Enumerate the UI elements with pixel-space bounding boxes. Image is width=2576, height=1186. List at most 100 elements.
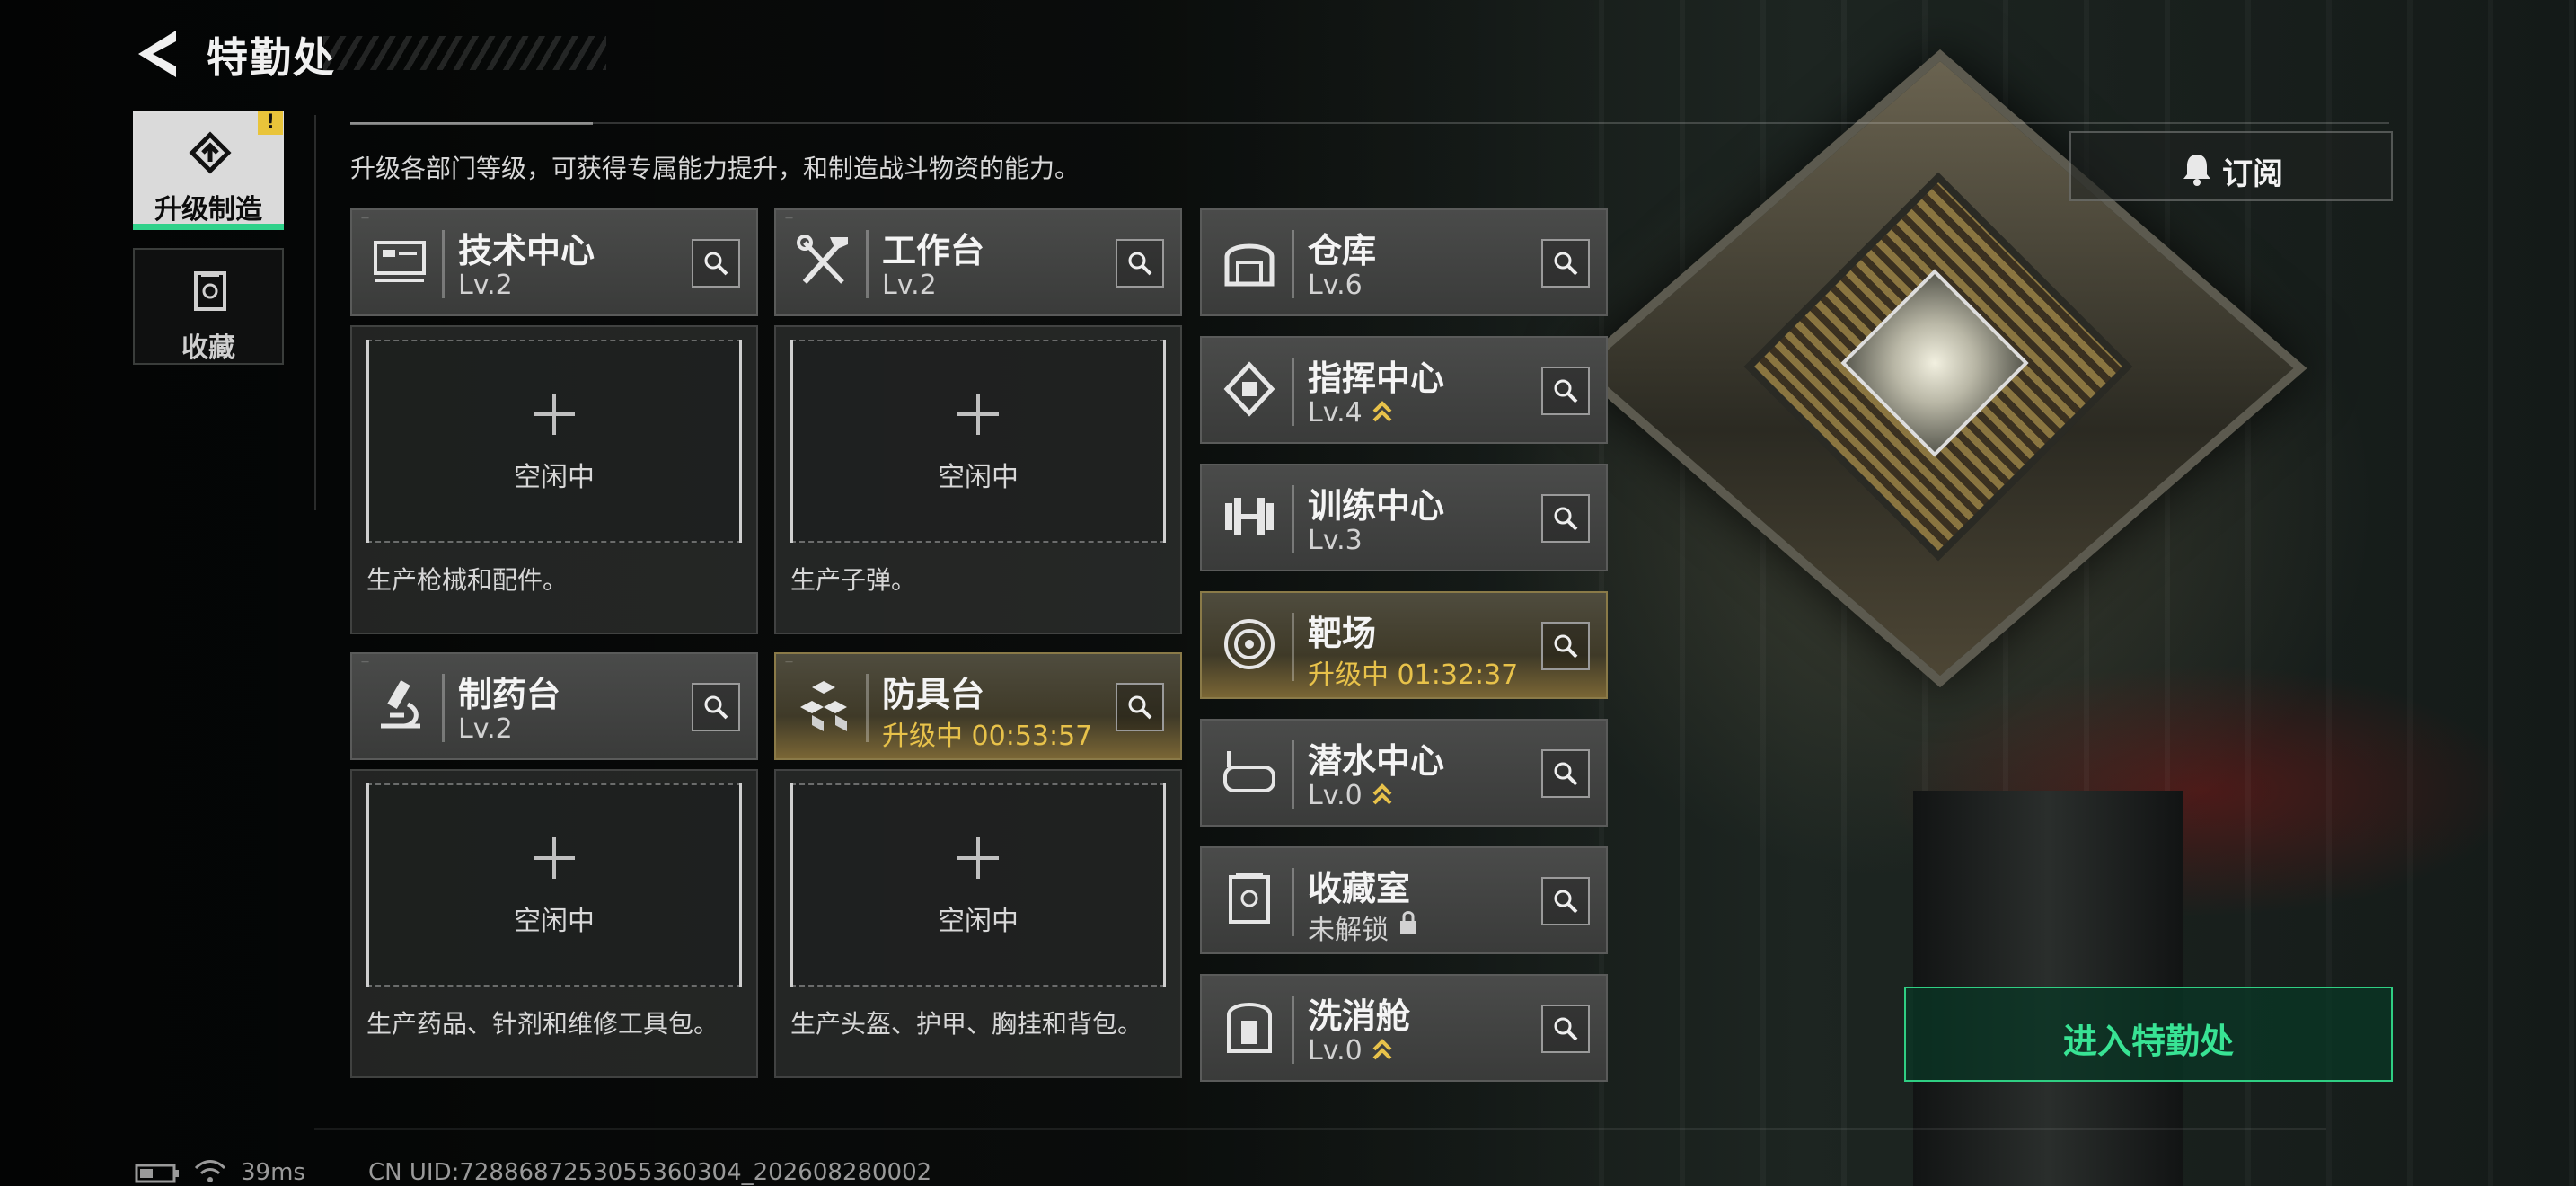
facility-warehouse[interactable]: 仓库 Lv.6 bbox=[1200, 208, 1608, 316]
facility-command-center[interactable]: 指挥中心 Lv.4 bbox=[1200, 336, 1608, 444]
collection-icon bbox=[194, 271, 226, 311]
search-button[interactable] bbox=[1541, 877, 1590, 925]
facility-collection-room[interactable]: 收藏室 未解锁 bbox=[1200, 846, 1608, 954]
search-icon bbox=[1128, 695, 1152, 720]
search-button[interactable] bbox=[1541, 239, 1590, 288]
search-button[interactable] bbox=[692, 239, 740, 288]
card-header[interactable]: — 工作台 Lv.2 bbox=[774, 208, 1182, 316]
card-header[interactable]: — 技术中心 Lv.2 bbox=[350, 208, 758, 316]
nav-item-collection[interactable]: 收藏 bbox=[133, 248, 284, 365]
search-button[interactable] bbox=[1541, 749, 1590, 798]
search-icon bbox=[1554, 1017, 1578, 1041]
search-button[interactable] bbox=[1541, 622, 1590, 670]
facility-level: Lv.6 bbox=[1308, 270, 1363, 301]
search-button[interactable] bbox=[1116, 239, 1164, 288]
armor-cubes-icon bbox=[800, 681, 847, 731]
decontamination-icon bbox=[1227, 1003, 1272, 1053]
search-icon bbox=[1554, 252, 1578, 276]
plus-icon bbox=[957, 394, 999, 435]
card-body: 空闲中 生产枪械和配件。 bbox=[350, 325, 758, 634]
slot-status: 空闲中 bbox=[938, 906, 1019, 937]
microscope-icon bbox=[381, 680, 420, 729]
nav-label-upgrade-craft: 升级制造 bbox=[154, 194, 262, 226]
display-case-icon bbox=[1229, 873, 1270, 924]
upgrade-craft-icon bbox=[189, 131, 232, 174]
page-description: 升级各部门等级，可获得专属能力提升，和制造战斗物资的能力。 bbox=[350, 154, 1081, 183]
card-name: 工作台 bbox=[882, 231, 985, 270]
target-icon bbox=[1224, 619, 1275, 669]
facility-name: 潜水中心 bbox=[1308, 741, 1445, 781]
facility-diving-center[interactable]: 潜水中心 Lv.0 bbox=[1200, 719, 1608, 827]
facility-name: 指挥中心 bbox=[1308, 358, 1445, 398]
card-body: 空闲中 生产头盔、护甲、胸挂和背包。 bbox=[774, 769, 1182, 1078]
facility-decontamination[interactable]: 洗消舱 Lv.0 bbox=[1200, 974, 1608, 1082]
top-divider-accent bbox=[350, 122, 593, 125]
tools-icon bbox=[797, 235, 848, 285]
warning-badge: ! bbox=[258, 111, 283, 135]
ping-readout: 39ms bbox=[241, 1159, 305, 1186]
search-icon bbox=[1554, 507, 1578, 531]
facility-upgrade-timer: 升级中 01:32:37 bbox=[1308, 659, 1519, 691]
nav-label-collection: 收藏 bbox=[181, 332, 235, 364]
card-header[interactable]: — 防具台 升级中 00:53:57 bbox=[774, 652, 1182, 760]
card-description: 生产药品、针剂和维修工具包。 bbox=[366, 1009, 719, 1039]
search-button[interactable] bbox=[1116, 683, 1164, 731]
top-divider bbox=[350, 122, 2389, 124]
facility-shooting-range[interactable]: 靶场 升级中 01:32:37 bbox=[1200, 591, 1608, 699]
production-slot[interactable]: 空闲中 bbox=[790, 340, 1166, 543]
nav-divider bbox=[314, 115, 316, 510]
card-name: 技术中心 bbox=[458, 231, 595, 270]
production-slot[interactable]: 空闲中 bbox=[790, 783, 1166, 987]
facility-name: 仓库 bbox=[1308, 231, 1377, 270]
search-button[interactable] bbox=[1541, 367, 1590, 415]
card-body: 空闲中 生产子弹。 bbox=[774, 325, 1182, 634]
card-name: 制药台 bbox=[458, 675, 561, 714]
subscribe-button[interactable]: 订阅 bbox=[2069, 131, 2393, 201]
battery-icon bbox=[135, 1164, 179, 1183]
search-icon bbox=[1554, 379, 1578, 403]
enter-special-ops-button[interactable]: 进入特勤处 bbox=[1904, 987, 2393, 1082]
workshop-card-armor-bench: — 防具台 升级中 00:53:57 空闲中 生产头盔、护甲、胸挂和背包。 bbox=[774, 652, 1182, 1078]
computer-icon bbox=[374, 241, 426, 282]
card-level: Lv.2 bbox=[458, 270, 513, 301]
card-level: Lv.2 bbox=[458, 713, 513, 745]
card-level: Lv.2 bbox=[882, 270, 937, 301]
bell-icon bbox=[2183, 155, 2210, 186]
lock-icon bbox=[1400, 911, 1416, 934]
card-name: 防具台 bbox=[882, 675, 985, 714]
card-header[interactable]: — 制药台 Lv.2 bbox=[350, 652, 758, 760]
back-arrow-icon[interactable] bbox=[131, 27, 181, 81]
plus-icon bbox=[534, 394, 575, 435]
facility-level: Lv.3 bbox=[1308, 525, 1363, 556]
user-uid: CN UID:7288687253055360304_202608280002 bbox=[368, 1159, 932, 1186]
search-button[interactable] bbox=[692, 683, 740, 731]
card-body: 空闲中 生产药品、针剂和维修工具包。 bbox=[350, 769, 758, 1078]
card-upgrade-timer: 升级中 00:53:57 bbox=[882, 721, 1093, 752]
search-icon bbox=[1128, 252, 1152, 276]
search-icon bbox=[1554, 634, 1578, 659]
facility-training-center[interactable]: 训练中心 Lv.3 bbox=[1200, 464, 1608, 571]
facility-level: Lv.4 bbox=[1308, 397, 1363, 429]
search-button[interactable] bbox=[1541, 1005, 1590, 1053]
upgrade-chevron-icon bbox=[1372, 783, 1392, 805]
search-button[interactable] bbox=[1541, 494, 1590, 543]
nav-active-indicator bbox=[133, 224, 284, 230]
facility-level: Lv.0 bbox=[1308, 1035, 1363, 1067]
slot-status: 空闲中 bbox=[938, 462, 1019, 493]
search-icon bbox=[704, 252, 728, 276]
search-icon bbox=[1554, 890, 1578, 914]
command-chip-icon bbox=[1223, 361, 1275, 417]
diving-mask-icon bbox=[1223, 751, 1275, 792]
facility-name: 靶场 bbox=[1308, 614, 1377, 653]
slot-status: 空闲中 bbox=[514, 462, 595, 493]
page-title: 特勤处 bbox=[207, 33, 336, 82]
warehouse-icon bbox=[1224, 243, 1275, 287]
wifi-icon bbox=[194, 1160, 226, 1182]
search-icon bbox=[1554, 762, 1578, 786]
enter-button-label: 进入特勤处 bbox=[2062, 1022, 2234, 1061]
plus-icon bbox=[957, 837, 999, 879]
card-description: 生产子弹。 bbox=[790, 565, 917, 595]
upgrade-chevron-icon bbox=[1372, 1039, 1392, 1060]
production-slot[interactable]: 空闲中 bbox=[366, 340, 742, 543]
production-slot[interactable]: 空闲中 bbox=[366, 783, 742, 987]
